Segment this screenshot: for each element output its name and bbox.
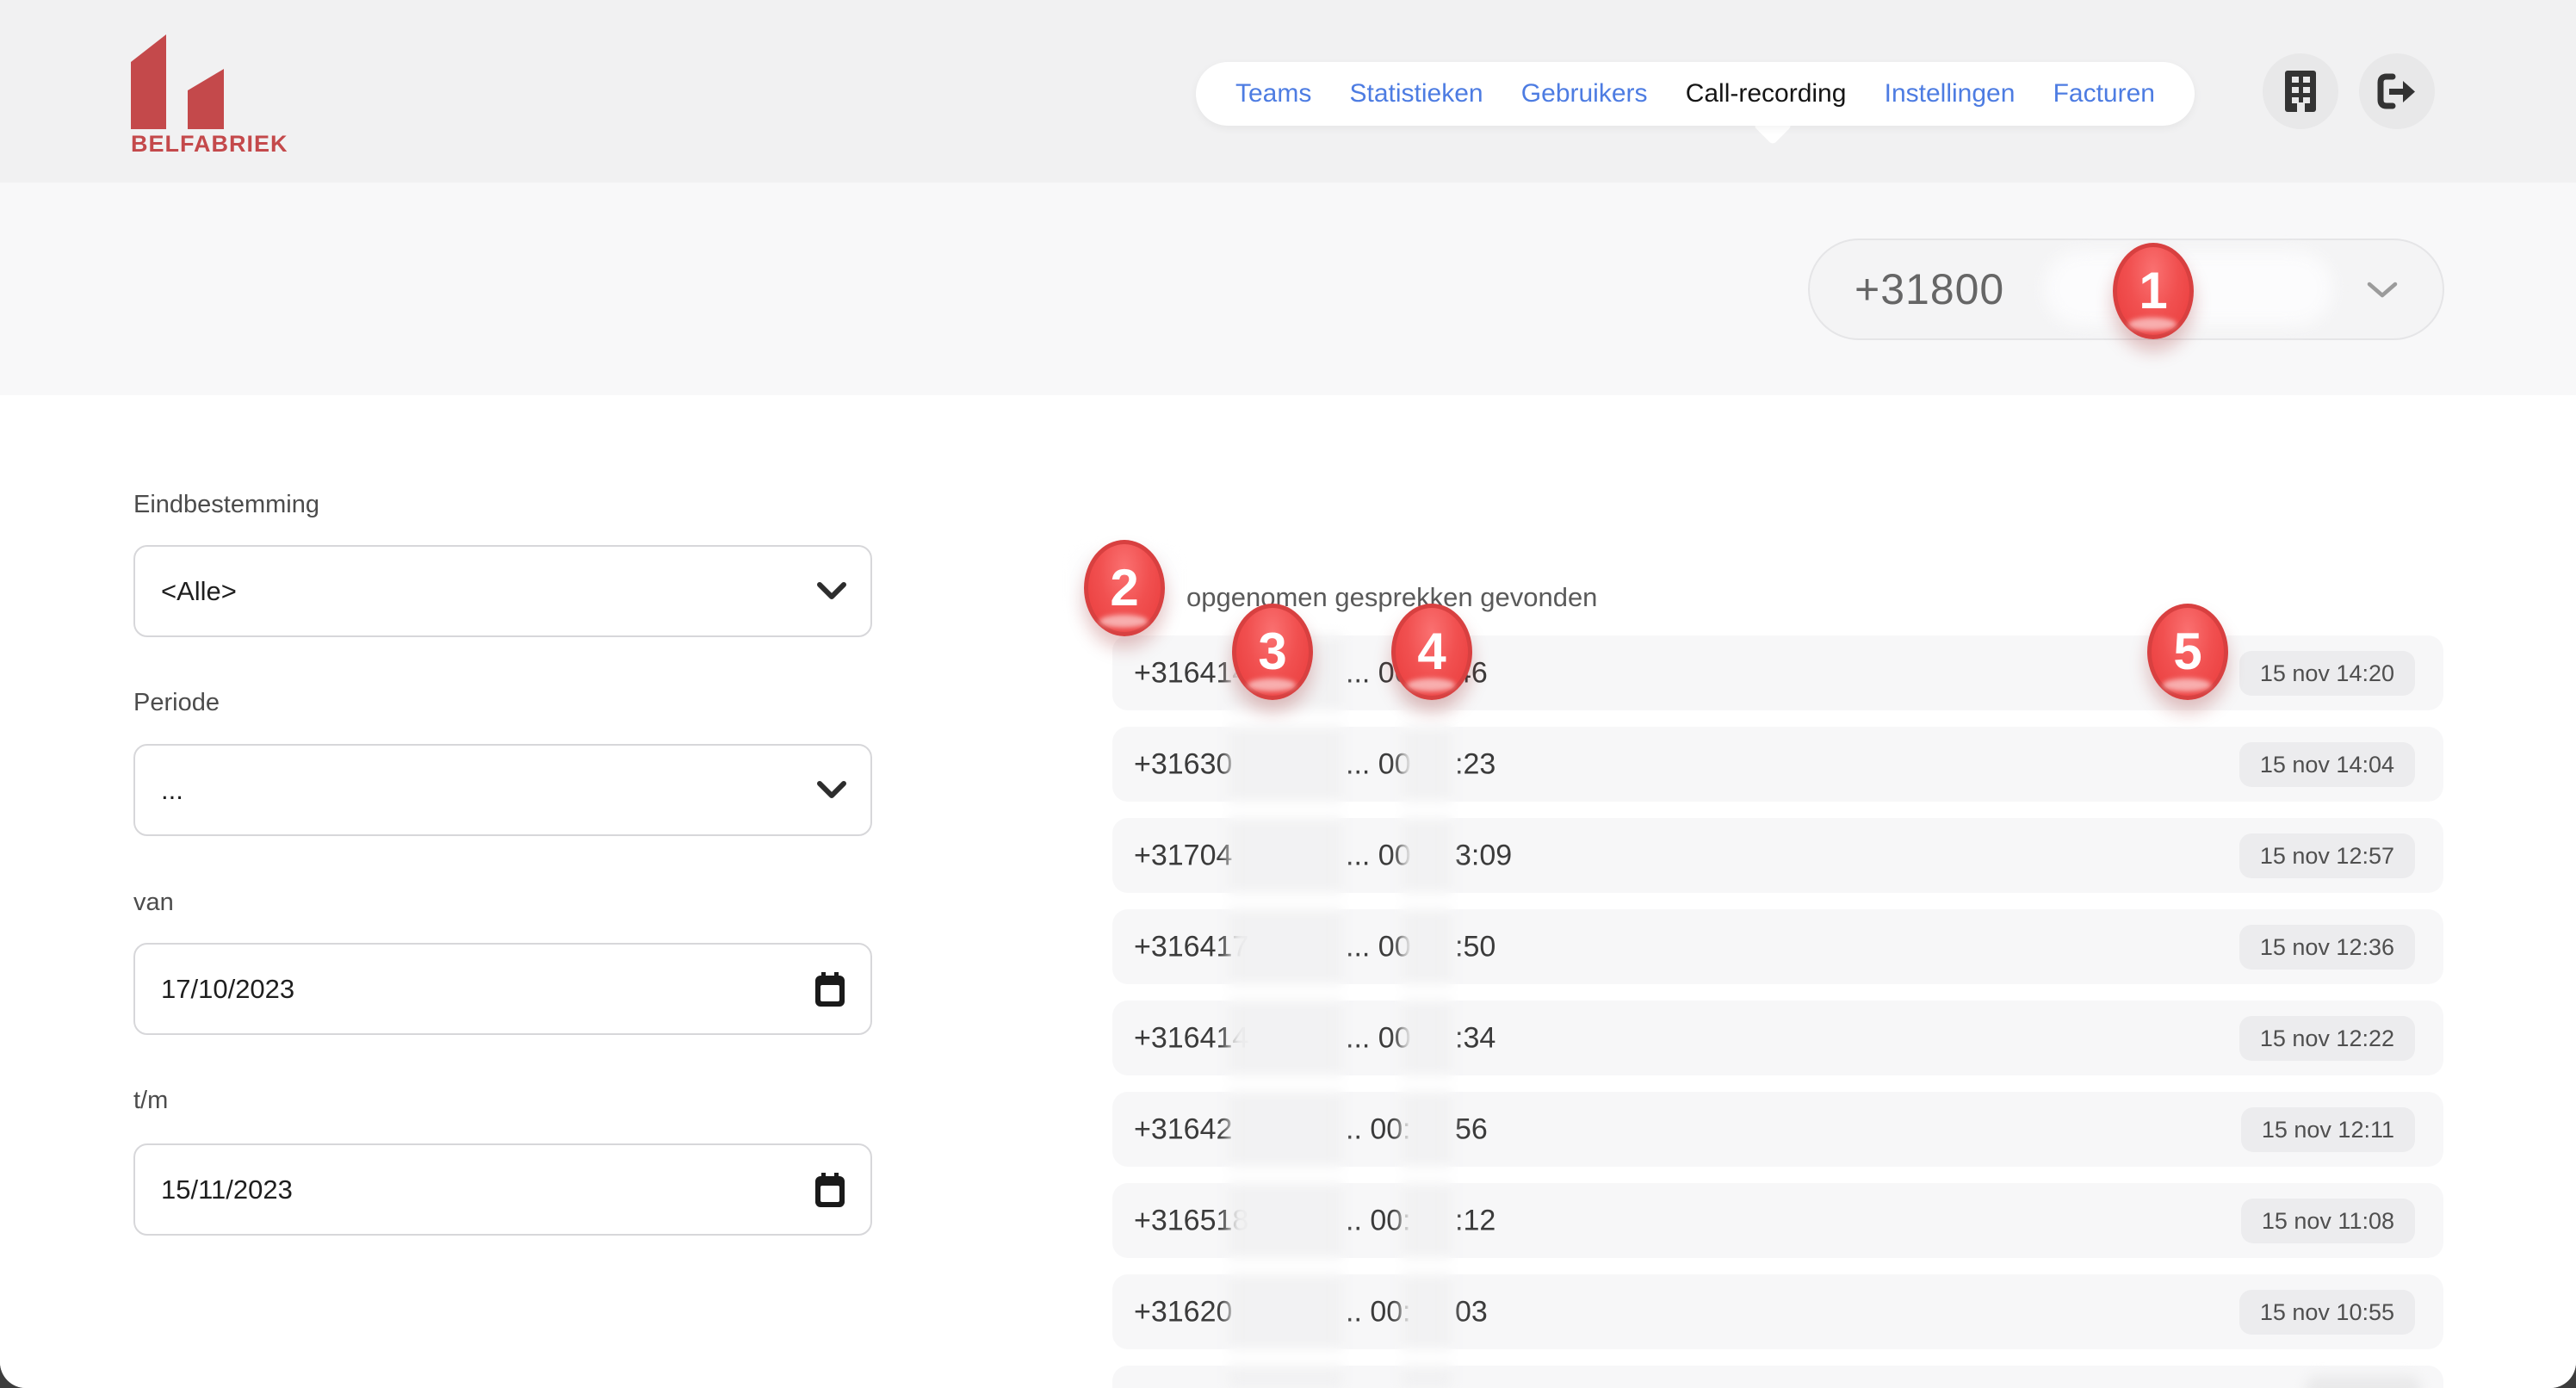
periode-value: ...	[161, 774, 183, 805]
chevron-down-icon	[2367, 282, 2398, 298]
duration-suffix: :34	[1455, 1021, 1496, 1054]
timestamp-chip: 15 nov 14:04	[2239, 741, 2415, 787]
duration-suffix: :12	[1455, 1204, 1496, 1236]
timestamp-chip: 15 nov 10:55	[2239, 1289, 2415, 1335]
blurred-timestamp	[2306, 1376, 2421, 1388]
page: BELFABRIEK Teams Statistieken Gebruikers Ca…	[0, 0, 2576, 1388]
results-summary: opgenomen gesprekken gevonden	[1186, 582, 1598, 612]
tm-date-value: 15/11/2023	[161, 1174, 293, 1205]
periode-label: Periode	[133, 689, 220, 716]
calendar-icon	[815, 1172, 845, 1207]
duration-suffix: 3:09	[1455, 839, 1513, 871]
belfabriek-logo-text: BELFABRIEK	[131, 131, 288, 157]
eindbestemming-value: <Alle>	[161, 575, 237, 606]
blur-strip-phone	[1229, 630, 1342, 1388]
main-nav: Teams Statistieken Gebruikers Call-recordin…	[1196, 62, 2195, 126]
timestamp-chip: 15 nov 14:20	[2239, 650, 2415, 696]
annotation-badge-2: 2	[1084, 540, 1165, 636]
annotation-badge-1: 1	[2113, 243, 2194, 339]
nav-item-facturen[interactable]: Facturen	[2053, 79, 2155, 108]
eindbestemming-select[interactable]: <Alle>	[133, 545, 872, 637]
timestamp-chip: 15 nov 12:22	[2239, 1015, 2415, 1061]
annotation-badge-5: 5	[2147, 604, 2228, 700]
chevron-down-icon	[817, 581, 846, 599]
timestamp-chip: 15 nov 12:11	[2240, 1106, 2415, 1152]
duration-suffix: :50	[1455, 930, 1496, 963]
top-bar: BELFABRIEK Teams Statistieken Gebruikers Ca…	[0, 0, 2576, 183]
timestamp-chip: 15 nov 12:57	[2239, 833, 2415, 878]
company-button[interactable]	[2263, 53, 2338, 129]
caller-number: +31704	[1134, 839, 1233, 871]
van-date-input[interactable]: 17/10/2023	[133, 943, 872, 1035]
nav-item-call-recording[interactable]: Call-recording	[1686, 79, 1847, 108]
duration-suffix: 56	[1455, 1112, 1488, 1145]
timestamp-chip: 15 nov 12:36	[2239, 924, 2415, 970]
periode-select[interactable]: ...	[133, 744, 872, 836]
caller-number: +31620	[1134, 1295, 1233, 1328]
caller-number: +31630	[1134, 747, 1233, 780]
calendar-icon	[815, 971, 845, 1007]
timestamp-chip: 15 nov 11:08	[2240, 1198, 2415, 1243]
caller-number: +31642	[1134, 1112, 1233, 1145]
duration-suffix: 03	[1455, 1295, 1488, 1328]
tm-date-input[interactable]: 15/11/2023	[133, 1143, 872, 1236]
selected-phone-number: +31800	[1855, 265, 2005, 313]
chevron-down-icon	[817, 780, 846, 798]
van-label: van	[133, 889, 174, 916]
tm-label: t/m	[133, 1087, 169, 1114]
nav-item-statistieken[interactable]: Statistieken	[1350, 79, 1483, 108]
van-date-value: 17/10/2023	[161, 973, 295, 1004]
belfabriek-logo-icon	[131, 34, 224, 129]
nav-item-teams[interactable]: Teams	[1235, 79, 1311, 108]
eindbestemming-label: Eindbestemming	[133, 491, 319, 518]
nav-item-gebruikers[interactable]: Gebruikers	[1521, 79, 1648, 108]
nav-item-instellingen[interactable]: Instellingen	[1885, 79, 2016, 108]
blur-strip-duration	[1402, 630, 1452, 1388]
duration-suffix: :23	[1455, 747, 1496, 780]
annotation-badge-3: 3	[1232, 604, 1313, 700]
logout-button[interactable]	[2359, 53, 2435, 129]
building-icon	[2285, 71, 2316, 112]
annotation-badge-4: 4	[1391, 604, 1472, 700]
sign-out-icon	[2377, 73, 2415, 109]
